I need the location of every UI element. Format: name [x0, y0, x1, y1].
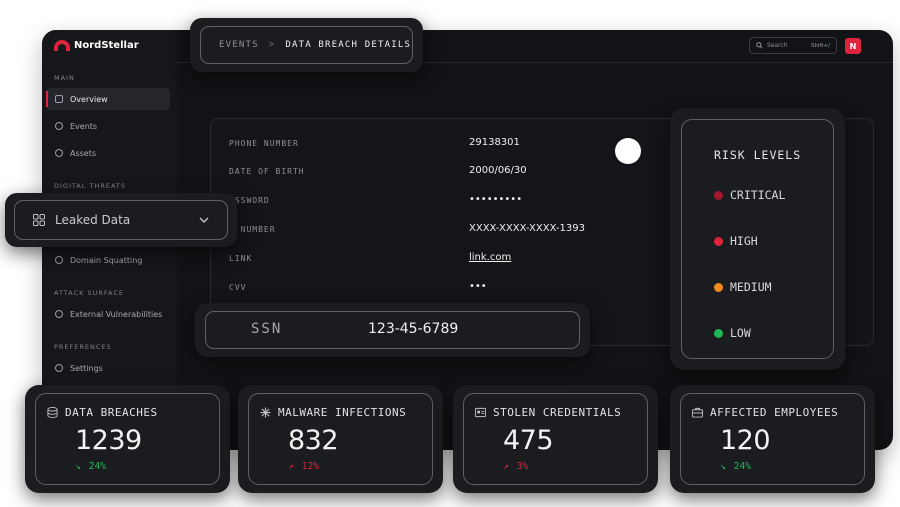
chevron-down-icon — [199, 217, 209, 223]
domain-icon — [55, 256, 63, 264]
risk-item-low: LOW — [714, 326, 751, 340]
stat-delta: ↗ 3% — [503, 461, 528, 472]
stat-card-malware-infections: MALWARE INFECTIONS 832 ↗ 12% — [238, 385, 443, 493]
delta-value: 12% — [301, 461, 319, 472]
status-dot — [714, 190, 723, 200]
avatar[interactable]: N — [845, 38, 861, 54]
search-icon — [756, 42, 763, 49]
stat-card-data-breaches: DATA BREACHES 1239 ↘ 24% — [25, 385, 230, 493]
logo-icon — [54, 40, 70, 51]
sidebar-item-label: Settings — [70, 363, 103, 373]
sidebar-item-label: Domain Squatting — [70, 255, 143, 265]
stat-value: 475 — [503, 425, 554, 456]
stat-title: DATA BREACHES — [65, 406, 158, 419]
stat-title: AFFECTED EMPLOYEES — [710, 406, 839, 419]
database-icon — [47, 407, 58, 418]
sidebar-item-label: External Vulnerabilities — [70, 309, 163, 319]
gear-icon — [55, 364, 63, 372]
grid-icon — [33, 214, 45, 226]
detail-value: 2000/06/30 — [469, 165, 527, 176]
detail-label: DATE OF BIRTH — [229, 167, 305, 176]
stat-title: MALWARE INFECTIONS — [278, 406, 407, 419]
assets-icon — [55, 149, 63, 157]
status-dot — [714, 328, 723, 338]
sidebar-item-label: Events — [70, 121, 98, 131]
stat-delta: ↘ 24% — [75, 461, 106, 472]
search-placeholder: Search — [767, 42, 788, 49]
risk-levels-card: RISK LEVELS CRITICAL HIGH MEDIUM LOW — [670, 108, 845, 370]
section-digital-threats: DIGITAL THREATS — [54, 182, 126, 190]
risk-label: HIGH — [730, 234, 758, 248]
trend-up-icon: ↗ — [503, 461, 509, 472]
events-icon — [55, 122, 63, 130]
trend-down-icon: ↘ — [720, 461, 726, 472]
breadcrumb-current: DATA BREACH DETAILS — [285, 40, 412, 50]
detail-value: ••••••••• — [469, 194, 523, 205]
risk-item-high: HIGH — [714, 234, 758, 248]
sidebar-item-label: Overview — [70, 94, 108, 104]
section-main: MAIN — [54, 74, 75, 82]
stat-card-affected-employees: AFFECTED EMPLOYEES 120 ↘ 24% — [670, 385, 875, 493]
stat-value: 120 — [720, 425, 771, 456]
vulnerability-icon — [55, 310, 63, 318]
detail-value: XXXX-XXXX-XXXX-1393 — [469, 223, 585, 234]
delta-value: 24% — [88, 461, 106, 472]
search-shortcut: Shift+/ — [811, 42, 830, 49]
trend-up-icon: ↗ — [288, 461, 294, 472]
stat-delta: ↘ 24% — [720, 461, 751, 472]
sidebar-item-settings[interactable]: Settings — [46, 357, 170, 379]
trend-down-icon: ↘ — [75, 461, 81, 472]
ssn-card: SSN 123-45-6789 — [195, 303, 590, 357]
detail-label: CVV — [229, 283, 247, 292]
status-dot — [714, 236, 723, 246]
cursor-dot — [615, 138, 641, 164]
delta-value: 3% — [516, 461, 529, 472]
stat-delta: ↗ 12% — [288, 461, 319, 472]
section-preferences: PREFERENCES — [54, 343, 112, 351]
detail-link[interactable]: link.com — [469, 252, 511, 263]
risk-title: RISK LEVELS — [714, 148, 802, 162]
risk-item-medium: MEDIUM — [714, 280, 772, 294]
search-input[interactable]: Search Shift+/ — [749, 37, 837, 54]
detail-value: ••• — [469, 281, 487, 292]
section-attack-surface: ATTACK SURFACE — [54, 289, 124, 297]
breadcrumb-parent[interactable]: EVENTS — [219, 40, 259, 50]
ssn-label: SSN — [251, 321, 283, 337]
logo-text: NordStellar — [74, 40, 139, 51]
sidebar-item-external-vulnerabilities[interactable]: External Vulnerabilities — [46, 303, 170, 325]
risk-item-critical: CRITICAL — [714, 188, 785, 202]
credential-icon — [475, 407, 486, 418]
ssn-value: 123-45-6789 — [368, 321, 459, 337]
dropdown-label: Leaked Data — [55, 213, 131, 227]
logo[interactable]: NordStellar — [54, 40, 139, 51]
detail-label: PHONE NUMBER — [229, 139, 299, 148]
sidebar-item-events[interactable]: Events — [46, 115, 170, 137]
sidebar-item-assets[interactable]: Assets — [46, 142, 170, 164]
stat-card-stolen-credentials: STOLEN CREDENTIALS 475 ↗ 3% — [453, 385, 658, 493]
risk-label: LOW — [730, 326, 751, 340]
risk-label: MEDIUM — [730, 280, 772, 294]
status-dot — [714, 282, 723, 292]
briefcase-icon — [692, 407, 703, 418]
stat-value: 1239 — [75, 425, 142, 456]
sidebar-item-domain-squatting[interactable]: Domain Squatting — [46, 249, 170, 271]
breadcrumb-separator: > — [268, 40, 276, 50]
home-icon — [55, 95, 63, 103]
stat-title: STOLEN CREDENTIALS — [493, 406, 622, 419]
sidebar-item-overview[interactable]: Overview — [46, 88, 170, 110]
breadcrumb: EVENTS > DATA BREACH DETAILS — [190, 18, 423, 72]
detail-label: LINK — [229, 254, 253, 263]
delta-value: 24% — [733, 461, 751, 472]
leaked-data-dropdown[interactable]: Leaked Data — [5, 193, 237, 247]
stat-value: 832 — [288, 425, 339, 456]
risk-label: CRITICAL — [730, 188, 786, 202]
sidebar-item-label: Assets — [70, 148, 97, 158]
detail-value: 29138301 — [469, 137, 520, 148]
virus-icon — [260, 407, 271, 418]
